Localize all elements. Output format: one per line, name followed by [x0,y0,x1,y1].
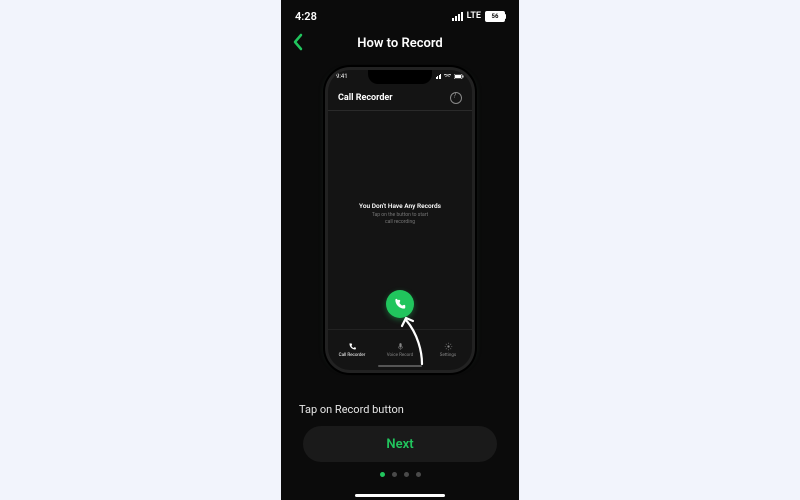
page-dot[interactable] [392,472,397,477]
battery-icon: 56 [485,11,505,22]
mock-battery-icon [454,74,464,79]
mock-home-indicator [378,365,422,368]
mic-icon [396,342,405,351]
status-bar: 4:28 LTE 56 [295,8,505,24]
tab-label: Voice Record [387,353,413,358]
divider [328,110,472,111]
status-right: LTE 56 [452,11,505,22]
page-dot[interactable] [380,472,385,477]
phone-icon [393,297,407,311]
tab-label: Call Recorder [339,353,366,358]
next-label: Next [386,437,413,452]
instruction-text: Tap on Record button [299,403,404,416]
tab-call-recorder: Call Recorder [328,330,376,370]
page-dot[interactable] [416,472,421,477]
mock-wifi-icon [444,74,451,79]
gear-icon [444,342,453,351]
record-button [386,290,414,318]
mock-header: Call Recorder [338,92,462,104]
next-button[interactable]: Next [303,426,497,462]
network-label: LTE [467,11,481,21]
page-title: How to Record [357,36,442,51]
empty-title: You Don't Have Any Records [328,202,472,210]
mock-time: 9:41 [336,73,348,80]
help-icon [450,92,462,104]
empty-subtitle: Tap on the button to start call recordin… [328,212,472,225]
page-dot[interactable] [404,472,409,477]
device-frame: 4:28 LTE 56 How to Record 9:41 Call Reco… [281,0,519,500]
tab-settings: Settings [424,330,472,370]
page-indicator [281,472,519,477]
tab-label: Settings [440,353,456,358]
home-indicator [355,494,445,497]
header: How to Record [281,30,519,56]
status-time: 4:28 [295,10,317,23]
mock-signal-icon [436,74,442,79]
back-button[interactable] [291,33,305,55]
phone-icon [348,342,357,351]
notch [368,70,432,84]
empty-state: You Don't Have Any Records Tap on the bu… [328,202,472,225]
chevron-left-icon [291,33,305,51]
tutorial-phone-mock: 9:41 Call Recorder You Don't Have Any Re… [328,70,472,370]
signal-icon [452,12,463,21]
mock-title: Call Recorder [338,93,393,103]
